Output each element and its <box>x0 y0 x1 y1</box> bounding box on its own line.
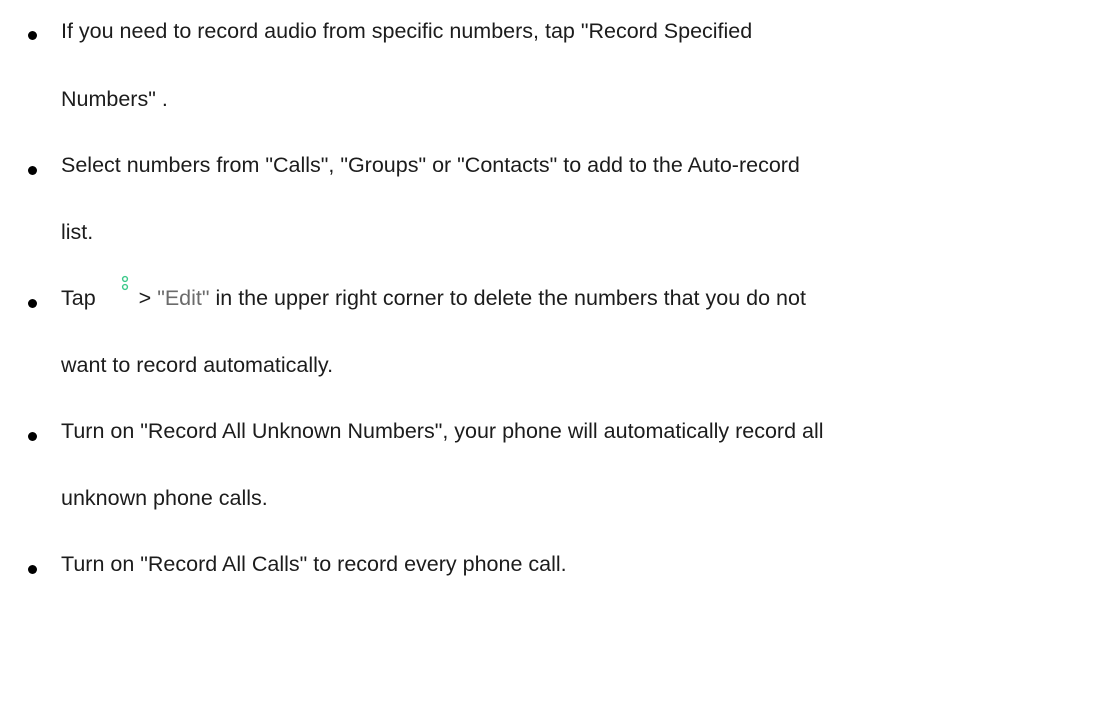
list-item-text-line: list. <box>61 220 94 244</box>
bullet-icon <box>28 565 37 574</box>
bullet-icon <box>28 299 37 308</box>
list-item-text-line: unknown phone calls. <box>61 486 268 510</box>
list-item-text-line: Tap > "Edit" in the upper right corner t… <box>61 275 806 311</box>
more-options-icon <box>121 275 129 295</box>
list-item-text-line: If you need to record audio from specifi… <box>61 19 753 43</box>
list-item-text-line: Turn on "Record All Unknown Numbers", yo… <box>61 419 824 443</box>
list-item-text-line: Turn on "Record All Calls" to record eve… <box>61 552 567 576</box>
bullet-icon <box>28 432 37 441</box>
edit-label: "Edit" <box>157 286 210 310</box>
tap-text: Tap <box>61 286 96 310</box>
list-item-text-line: want to record automatically. <box>61 353 334 377</box>
list-item-text-rest: in the upper right corner to delete the … <box>209 286 806 310</box>
separator-text: > <box>138 286 158 310</box>
list-item-text-line: Select numbers from "Calls", "Groups" or… <box>61 153 800 177</box>
bullet-icon <box>28 31 37 40</box>
bullet-icon <box>28 166 37 175</box>
list-item-text-line: Numbers" . <box>61 87 168 111</box>
